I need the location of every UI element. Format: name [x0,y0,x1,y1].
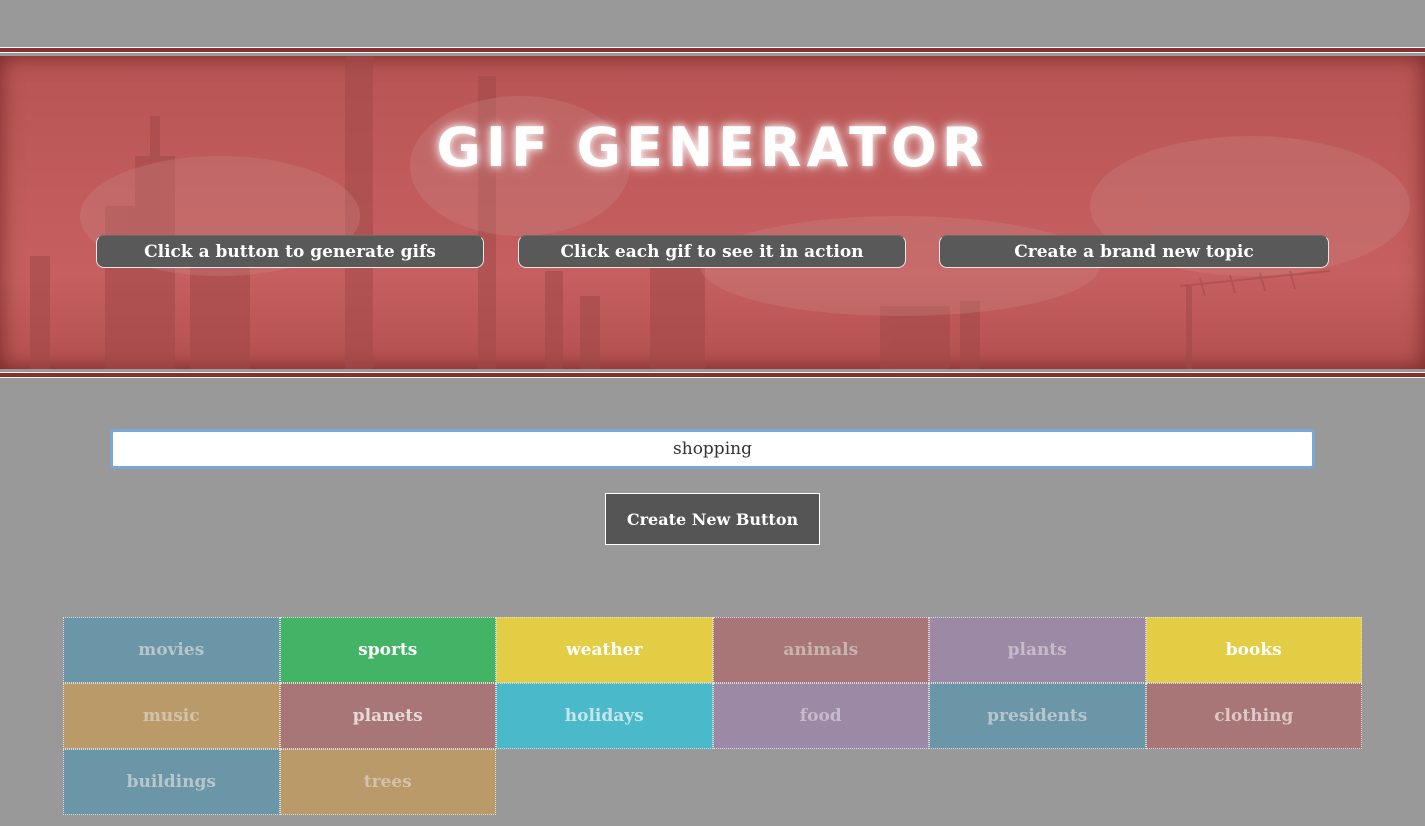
industrial-skyline-illustration [30,56,1410,369]
topic-button-presidents[interactable]: presidents [929,683,1146,749]
topic-button-clothing[interactable]: clothing [1145,683,1362,749]
topic-button-trees[interactable]: trees [279,749,496,815]
create-new-button[interactable]: Create New Button [605,493,820,545]
header-banner: GIF GENERATOR Click a button to generate… [0,47,1425,382]
new-topic-input[interactable] [110,429,1315,469]
instruction-click-gif: Click each gif to see it in action [518,235,906,268]
topic-button-sports[interactable]: sports [279,617,496,683]
banner-image: GIF GENERATOR Click a button to generate… [0,56,1425,369]
banner-top-rule [0,47,1425,53]
topic-button-grid: movies sports weather animals plants books mus… [63,617,1363,815]
instruction-new-topic: Create a brand new topic [939,235,1329,268]
topic-button-music[interactable]: music [63,683,280,749]
topic-button-movies[interactable]: movies [63,617,280,683]
topic-button-holidays[interactable]: holidays [496,683,713,749]
topic-button-buildings[interactable]: buildings [63,749,280,815]
page-title: GIF GENERATOR [436,116,989,179]
topic-button-food[interactable]: food [712,683,929,749]
banner-bottom-rule [0,372,1425,378]
instruction-generate-gifs: Click a button to generate gifs [96,235,484,268]
topic-button-planets[interactable]: planets [279,683,496,749]
topic-button-plants[interactable]: plants [929,617,1146,683]
topic-button-books[interactable]: books [1145,617,1362,683]
topic-button-animals[interactable]: animals [712,617,929,683]
topic-button-weather[interactable]: weather [496,617,713,683]
